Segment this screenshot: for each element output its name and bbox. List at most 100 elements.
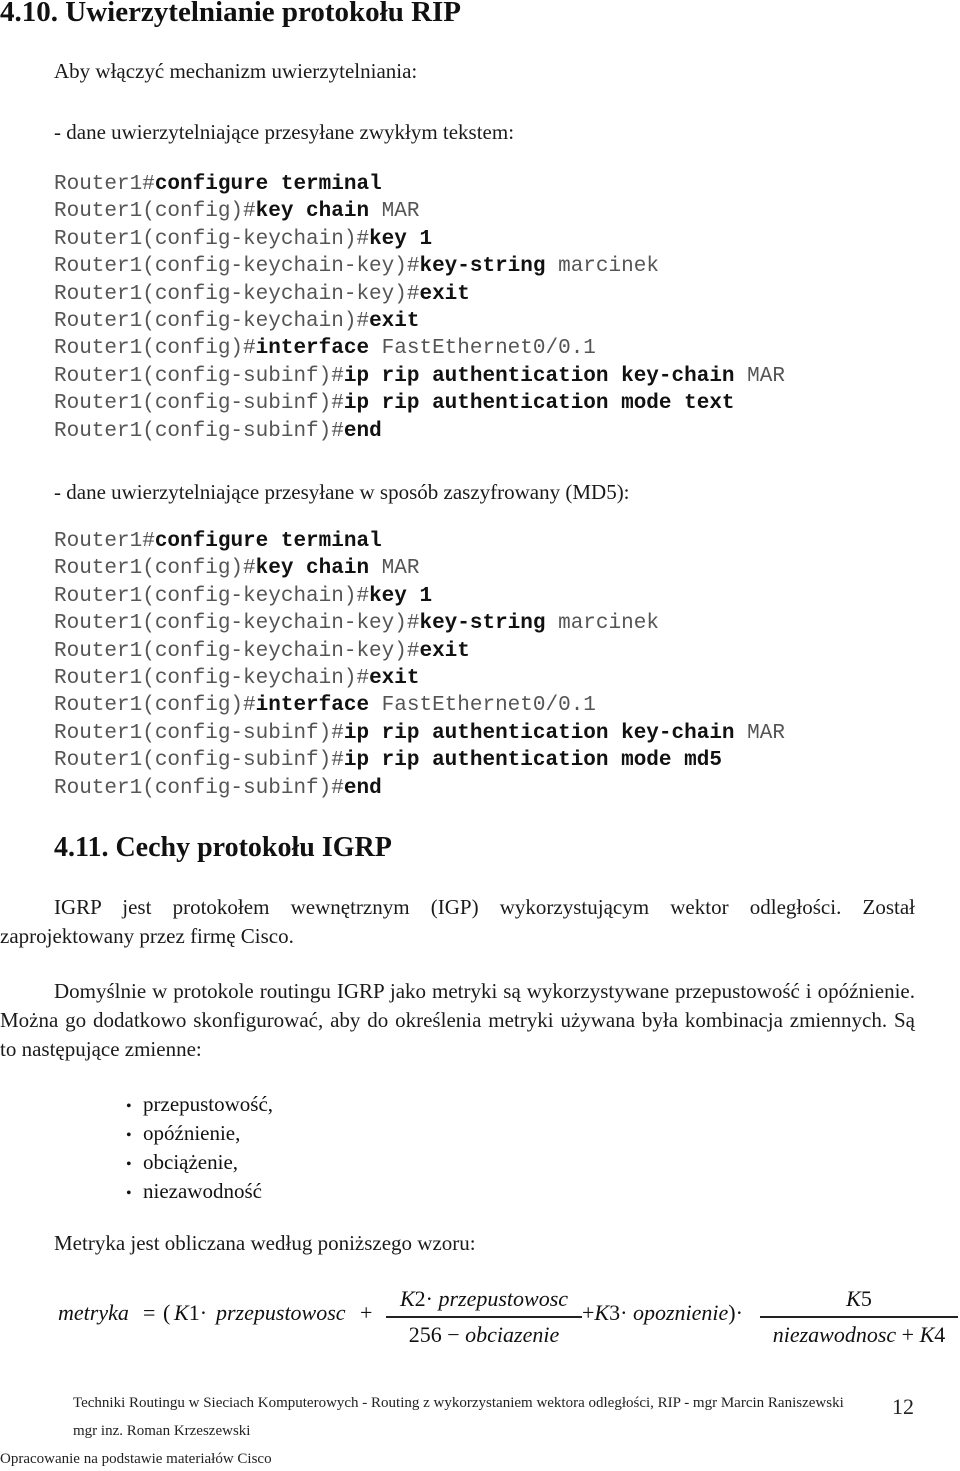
code-prompt: Router1(config-subinf)# [54, 392, 344, 416]
bullet-icon: • [126, 1156, 132, 1173]
code-argument: MAR [734, 721, 785, 745]
code-line: Router1(config-subinf)#end [54, 775, 785, 802]
formula-plus: + [360, 1300, 373, 1325]
code-prompt: Router1(config-keychain)# [54, 227, 370, 251]
code-prompt: Router1# [54, 173, 155, 196]
fraction-load-numerator: K2· przepustowosc [386, 1286, 582, 1312]
page-number: 12 [892, 1394, 914, 1419]
code-command: exit [369, 666, 420, 690]
paragraph-igrp-intro: IGRP jest protokołem wewnętrznym (IGP) w… [0, 893, 915, 951]
formula-k5-letter: K [846, 1286, 861, 1311]
code-line: Router1(config)#key chain MAR [54, 555, 785, 582]
code-line: Router1(config-keychain-key)#exit [54, 281, 785, 308]
list-item-label: obciążenie, [143, 1150, 239, 1174]
fraction-bar [760, 1316, 958, 1318]
formula-dot: · [425, 1286, 433, 1311]
fraction-load: K2· przepustowosc 256 − obciazenie [386, 1286, 582, 1348]
formula-dot: · [620, 1300, 628, 1325]
code-line: Router1(config-keychain-key)#key-string … [54, 610, 785, 637]
code-block-plain: Router1#configure terminal Router1(config… [54, 171, 785, 445]
paragraph-igrp-metrics: Domyślnie w protokole routingu IGRP jako… [0, 977, 915, 1064]
bullet-icon: • [126, 1185, 132, 1202]
code-argument: FastEthernet0/0.1 [369, 337, 596, 361]
bullet-icon: • [126, 1098, 132, 1115]
formula-k2-index: 2 [414, 1286, 426, 1311]
list-item: • niezawodność [126, 1177, 273, 1206]
code-prompt: Router1(config)# [54, 557, 256, 581]
footer-title: Techniki Routingu w Sieciach Komputerowy… [73, 1395, 844, 1411]
paragraph-igrp-metrics-text: Domyślnie w protokole routingu IGRP jako… [0, 979, 915, 1061]
code-prompt: Router1(config-subinf)# [54, 721, 344, 745]
code-command: configure terminal [154, 530, 382, 553]
formula-k4-index: 4 [934, 1321, 946, 1347]
code-command: end [343, 419, 382, 443]
code-prompt: Router1(config-subinf)# [54, 749, 344, 773]
code-argument: FastEthernet0/0.1 [369, 694, 596, 718]
code-command: ip rip authentication mode md5 [343, 749, 722, 773]
formula-plus: + [901, 1321, 915, 1347]
code-prompt: Router1(config-keychain)# [54, 309, 370, 333]
formula-k1-index: 1 [188, 1300, 200, 1325]
code-line: Router1(config-subinf)#ip rip authentica… [54, 747, 785, 774]
code-command: interface [255, 337, 370, 361]
code-command: key-string [419, 612, 546, 636]
code-line: Router1(config-subinf)#ip rip authentica… [54, 363, 785, 390]
code-command: key-string [419, 255, 546, 279]
formula-k3-term: +K3· opoznienie)· [582, 1300, 743, 1326]
formula-minus: − [447, 1321, 460, 1347]
list-item: • obciążenie, [126, 1148, 273, 1177]
list-item-label: niezawodność [143, 1179, 262, 1203]
code-command: key chain [255, 557, 370, 581]
list-item: • przepustowość, [126, 1090, 273, 1119]
code-line: Router1(config-keychain)#key 1 [54, 226, 785, 253]
formula-intro: Metryka jest obliczana według poniższego… [54, 1231, 476, 1255]
code-argument: MAR [369, 557, 420, 581]
formula-reliability: niezawodnosc [772, 1321, 897, 1347]
code-line: Router1#configure terminal [54, 528, 785, 555]
code-prompt: Router1(config-keychain)# [54, 584, 370, 608]
code-argument: marcinek [545, 612, 659, 636]
code-line: Router1(config-keychain)#key 1 [54, 583, 785, 610]
code-prompt: Router1(config-keychain)# [54, 666, 370, 690]
code-command: ip rip authentication mode text [343, 392, 735, 416]
section-title-4-10: 4.10. Uwierzytelnianie protokołu RIP [0, 0, 462, 28]
fraction-bar [386, 1316, 582, 1318]
formula-k5-index: 5 [860, 1286, 872, 1311]
code-prompt: Router1(config)# [54, 200, 256, 224]
code-command: configure terminal [154, 173, 382, 196]
code-prompt: Router1(config-keychain-key)# [54, 612, 420, 636]
code-prompt: Router1(config-subinf)# [54, 776, 344, 800]
formula-k4-letter: K [919, 1321, 935, 1347]
variables-list: • przepustowość, • opóźnienie, • obciążenie… [126, 1090, 273, 1206]
paragraph-igrp-intro-text: IGRP jest protokołem wewnętrznym (IGP) w… [0, 895, 915, 948]
formula-k2-letter: K [399, 1286, 415, 1311]
code-command: key chain [255, 200, 370, 224]
code-prompt: Router1(config-keychain-key)# [54, 255, 420, 279]
code-prompt: Router1(config)# [54, 337, 256, 361]
code-argument: MAR [734, 364, 785, 388]
code-command: exit [369, 309, 420, 333]
code-command: key 1 [369, 227, 433, 251]
code-prompt: Router1(config-keychain-key)# [54, 282, 420, 306]
code-command: exit [419, 282, 470, 306]
formula-load: obciazenie [465, 1321, 560, 1347]
code-command: end [343, 776, 382, 800]
footer-source: Opracowanie na podstawie materiałów Cisc… [0, 1451, 272, 1467]
formula-delay: opoznienie [632, 1300, 729, 1325]
formula-k1: K1· [174, 1300, 207, 1326]
section-title-4-11: 4.11. Cechy protokołu IGRP [54, 832, 392, 863]
fraction-reliability-numerator: K5 [760, 1286, 958, 1312]
fraction-reliability: K5 niezawodnosc + K4 [760, 1286, 958, 1348]
code-line: Router1(config-keychain-key)#exit [54, 638, 785, 665]
list-item-label: opóźnienie, [143, 1121, 241, 1145]
code-prompt: Router1(config)# [54, 694, 256, 718]
code-argument: MAR [369, 200, 420, 224]
formula-equals: = [143, 1300, 156, 1325]
formula-dot: · [735, 1300, 743, 1325]
list-item: • opóźnienie, [126, 1119, 273, 1148]
code-line: Router1(config-subinf)#end [54, 418, 785, 445]
code-command: ip rip authentication key-chain [343, 364, 735, 388]
code-line: Router1(config)#key chain MAR [54, 198, 785, 225]
code-command: key 1 [369, 584, 433, 608]
formula-open-paren: ( [163, 1300, 171, 1325]
